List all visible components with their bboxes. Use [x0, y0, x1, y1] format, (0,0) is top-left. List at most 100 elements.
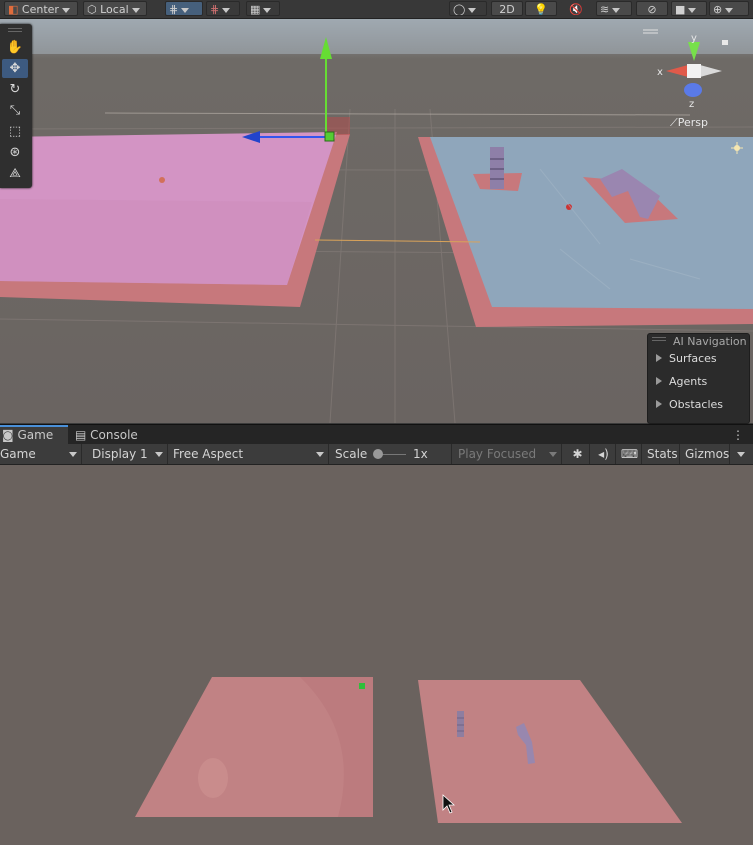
tab-game[interactable]: ◙ Game: [0, 425, 68, 445]
gizmo-center-handle[interactable]: [324, 131, 335, 142]
chevron-down-icon: [61, 7, 70, 13]
grid-snap-button[interactable]: ⋕: [165, 1, 203, 16]
chevron-down-icon: [181, 7, 190, 13]
mode-2d-toggle[interactable]: 2D: [491, 1, 523, 16]
pink-plane-shadow: [0, 199, 312, 285]
layers-icon: ≋: [600, 3, 610, 16]
game-canvas[interactable]: [0, 465, 753, 845]
gizmo-center-cube[interactable]: [687, 64, 701, 78]
custom-tool-icon[interactable]: ⟁: [2, 164, 28, 183]
scene-visibility-toggle[interactable]: ⊘: [636, 1, 668, 16]
scale-slider-thumb[interactable]: [373, 449, 383, 459]
sky-haze: [0, 19, 753, 54]
gamepad-icon: ◙: [2, 428, 14, 442]
cube-icon: ⬡: [87, 3, 97, 16]
grid-icon: ⋕: [169, 3, 179, 16]
chevron-down-icon: [612, 7, 621, 13]
keyboard-icon[interactable]: ⌨: [618, 444, 642, 464]
tab-menu-kebab-icon[interactable]: ⋮: [732, 425, 744, 445]
transform-tool-icon[interactable]: ⊛: [2, 143, 28, 162]
scale-value: 1x: [413, 447, 428, 461]
aspect-dropdown[interactable]: Free Aspect: [170, 444, 329, 464]
grid-plane-icon: ▦: [250, 3, 261, 16]
ai-nav-item-surfaces[interactable]: Surfaces: [656, 352, 717, 365]
pink-plane-marker: [159, 177, 165, 183]
chevron-down-icon: [222, 7, 231, 13]
snap-icon: ⋕: [210, 3, 220, 16]
grid-plane-button[interactable]: ▦: [246, 1, 280, 16]
expand-triangle-icon: [656, 354, 662, 362]
eye-hidden-icon: ⊘: [647, 3, 657, 16]
persp-icon: ⟋: [670, 116, 678, 129]
scale-tool-icon[interactable]: ⤡: [2, 101, 28, 120]
expand-triangle-icon: [656, 400, 662, 408]
game-view[interactable]: [0, 465, 753, 845]
horizon-line: [104, 112, 691, 116]
game-tab-bar: ◙ Game ▤ Console ⋮: [0, 424, 753, 445]
gizmo-x-cone[interactable]: [666, 65, 688, 77]
game-mode-dropdown[interactable]: Game: [0, 444, 82, 464]
scale-control: Scale 1x: [332, 444, 452, 464]
space-dropdown[interactable]: ⬡ Local: [83, 1, 147, 16]
gizmo-x-label: x: [657, 67, 663, 78]
scene-toolbar: ◧ Center ⬡ Local ⋕ ⋕ ▦ ◯ 2D 💡 🔇 ≋ ⊘ ■ ⊕: [0, 0, 753, 19]
scene-canvas[interactable]: y x z: [0, 19, 753, 423]
chevron-down-icon: [69, 452, 77, 457]
floor-light-spot: [198, 758, 228, 798]
shading-icon: ◯: [453, 3, 466, 16]
stairs-game: [457, 711, 464, 737]
camera-projection-label[interactable]: ⟋Persp: [670, 116, 708, 130]
chevron-down-icon: [688, 7, 697, 13]
move-tool-icon[interactable]: ✥: [2, 59, 28, 78]
display-dropdown[interactable]: Display 1: [86, 444, 168, 464]
chevron-down-icon: [737, 452, 745, 457]
hand-tool-icon[interactable]: ✋: [2, 38, 28, 57]
ai-nav-item-agents[interactable]: Agents: [656, 375, 707, 388]
palette-drag-handle[interactable]: [8, 28, 22, 32]
pivot-icon: ◧: [8, 3, 19, 16]
camera-icon: ■: [675, 3, 686, 16]
scale-label: Scale: [335, 447, 368, 461]
ai-navigation-overlay: AI Navigation Surfaces Agents Obstacles: [647, 333, 750, 424]
speaker-mute-icon: 🔇: [569, 3, 583, 16]
expand-triangle-icon: [656, 377, 662, 385]
audio-toggle[interactable]: 🔇: [560, 1, 592, 16]
snap-increment-button[interactable]: ⋕: [206, 1, 240, 16]
bug-icon[interactable]: ✱: [566, 444, 590, 464]
space-label: Local: [100, 3, 129, 16]
speaker-icon[interactable]: ◂): [592, 444, 616, 464]
lighting-toggle[interactable]: 💡: [525, 1, 557, 16]
gizmo-y-label: y: [691, 33, 697, 44]
pivot-label: Center: [21, 3, 59, 16]
camera-settings-dropdown[interactable]: ■: [671, 1, 707, 16]
play-mode-dropdown[interactable]: Play Focused: [455, 444, 562, 464]
scene-view[interactable]: y x z: [0, 19, 753, 423]
chevron-down-icon: [263, 7, 272, 13]
chevron-down-icon: [549, 452, 557, 457]
gizmo-z-label: z: [689, 99, 694, 110]
chevron-down-icon: [468, 7, 477, 13]
chevron-down-icon: [316, 452, 324, 457]
tool-palette: ✋ ✥ ↻ ⤡ ⬚ ⊛ ⟁: [0, 24, 32, 188]
effects-dropdown[interactable]: ≋: [596, 1, 632, 16]
rotate-tool-icon[interactable]: ↻: [2, 80, 28, 99]
rect-tool-icon[interactable]: ⬚: [2, 122, 28, 141]
gizmos-dropdown[interactable]: ⊕: [709, 1, 749, 16]
overlay-drag-handle[interactable]: [652, 337, 666, 341]
gizmos-button[interactable]: Gizmos: [682, 444, 730, 464]
gizmo-neg-x-cone[interactable]: [700, 65, 722, 77]
gizmos-dropdown-arrow[interactable]: [731, 444, 753, 464]
gizmo-lock-icon[interactable]: [722, 40, 728, 45]
chevron-down-icon: [725, 7, 734, 13]
mode-2d-label: 2D: [499, 3, 515, 16]
stats-button[interactable]: Stats: [644, 444, 680, 464]
ai-navigation-title: AI Navigation: [673, 335, 747, 348]
player-marker: [359, 683, 365, 689]
gizmo-z-cone[interactable]: [684, 83, 702, 97]
ai-nav-item-obstacles[interactable]: Obstacles: [656, 398, 723, 411]
tab-console[interactable]: ▤ Console: [75, 425, 145, 445]
draw-mode-dropdown[interactable]: ◯: [449, 1, 487, 16]
lightbulb-icon: 💡: [534, 3, 548, 16]
pivot-dropdown[interactable]: ◧ Center: [4, 1, 78, 16]
game-toolbar: Game Display 1 Free Aspect Scale 1x Play…: [0, 444, 753, 465]
